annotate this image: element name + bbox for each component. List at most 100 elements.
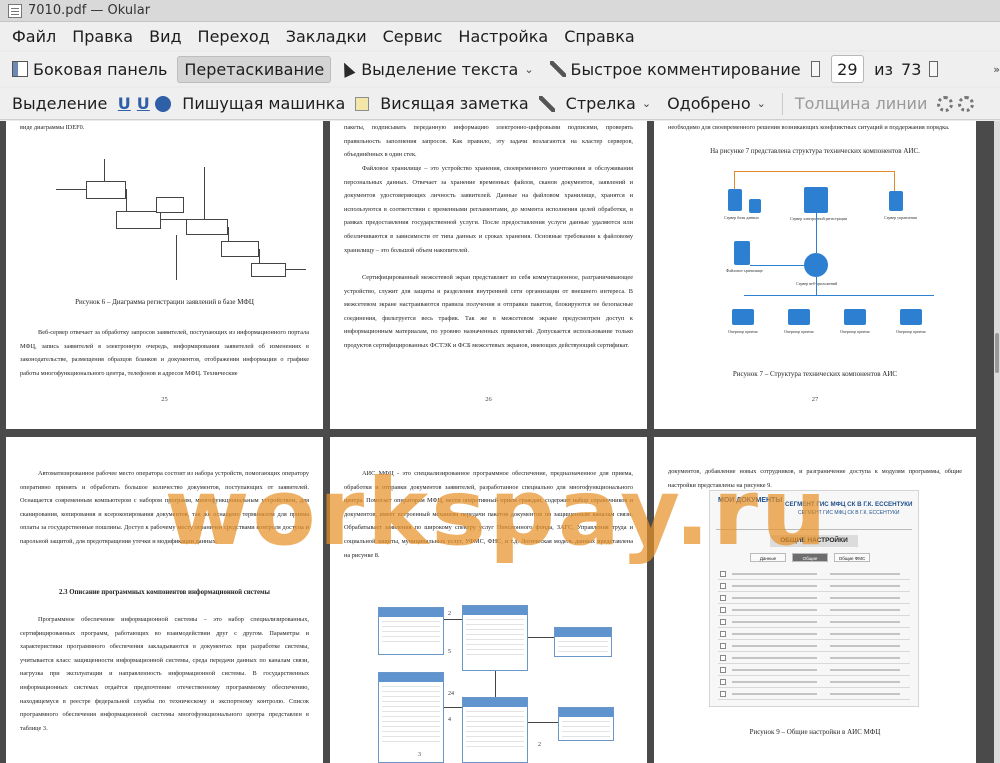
node-label: Оператор приема (896, 329, 926, 334)
entity-table (378, 607, 444, 655)
diagram-line (204, 167, 205, 219)
stamp-button[interactable]: Одобрено ⌄ (661, 91, 772, 116)
window-title: 7010.pdf — Okular (28, 3, 151, 18)
section-heading: 2.3 Описание программных компонентов инф… (59, 589, 270, 596)
file-storage-node (734, 241, 750, 265)
line-width-label: Толщина линии (794, 94, 928, 113)
menu-bookmarks[interactable]: Закладки (278, 27, 375, 46)
entity-table (554, 627, 612, 657)
cardinality-label: 24 (448, 691, 454, 697)
diagram-line (286, 269, 306, 270)
screenshot-row (718, 581, 910, 592)
cardinality-label: 5 (448, 649, 451, 655)
page-text: Программное обеспечение информационной с… (20, 616, 309, 732)
scrollbar-thumb[interactable] (995, 333, 999, 373)
operator-workstation (900, 309, 922, 325)
previous-page-icon[interactable] (810, 61, 820, 77)
sidebar-icon (12, 61, 28, 77)
menu-tools[interactable]: Сервис (375, 27, 451, 46)
server-node (749, 199, 761, 213)
menu-go[interactable]: Переход (190, 27, 278, 46)
inline-note-button[interactable]: Висящая заметка (374, 91, 534, 116)
strikeout-icon[interactable] (155, 95, 172, 112)
opacity-icon[interactable] (958, 95, 975, 112)
operator-workstation (732, 309, 754, 325)
inline-note-label: Висящая заметка (380, 94, 529, 113)
screenshot-logo: МОИ ДОКУМЕНТЫ (718, 497, 783, 504)
screenshot-row (718, 653, 910, 664)
typewriter-button[interactable]: Пишущая машинка (176, 91, 351, 116)
operator-workstation (844, 309, 866, 325)
screenshot-row (718, 593, 910, 604)
diagram-box (251, 263, 286, 277)
page-number: 25 (161, 396, 168, 403)
menu-bar: Файл Правка Вид Переход Закладки Сервис … (0, 22, 1000, 50)
cursor-icon (338, 60, 356, 78)
node-label: Оператор приема (784, 329, 814, 334)
figure-caption: Рисунок 7 – Структура технических компон… (732, 370, 898, 378)
toolbar-overflow-icon[interactable]: » (993, 63, 1000, 76)
page-text: пакеты, подписывать переданную информаци… (344, 124, 633, 159)
menu-help[interactable]: Справка (556, 27, 643, 46)
screenshot-row (718, 641, 910, 652)
screenshot-row (718, 605, 910, 616)
vertical-scrollbar[interactable] (994, 121, 1000, 763)
drag-mode-label: Перетаскивание (184, 59, 325, 79)
page-30: документов, добавление новых сотрудников… (654, 437, 976, 763)
menu-file[interactable]: Файл (4, 27, 64, 46)
quick-comment-label: Быстрое комментирование (570, 59, 801, 79)
quick-comment-button[interactable]: Быстрое комментирование (544, 57, 807, 82)
page-number: 27 (811, 396, 819, 403)
screenshot-tab: Общие ФМС (834, 553, 870, 562)
underline-icon[interactable]: U (117, 95, 131, 112)
diagram-line (176, 235, 177, 280)
text-selection-button[interactable]: Выделение текста ⌄ (335, 57, 539, 82)
chevron-down-icon[interactable]: ⌄ (757, 97, 766, 110)
page-text: Сертифицированный межсетевой экран предс… (344, 274, 633, 349)
diagram-line (56, 189, 86, 190)
drag-mode-button[interactable]: Перетаскивание (177, 55, 332, 83)
cardinality-label: 2 (538, 742, 541, 748)
highlight-label: Выделение (12, 94, 108, 113)
menu-view[interactable]: Вид (141, 27, 189, 46)
relationship-line (444, 707, 462, 708)
relationship-line (528, 637, 554, 638)
color-icon[interactable] (937, 95, 954, 112)
node-label: Оператор приема (728, 329, 758, 334)
screenshot-row (718, 677, 910, 688)
relationship-line (495, 671, 496, 697)
screenshot-row (718, 665, 910, 676)
page-text: Автоматизированное рабочее место операто… (20, 470, 309, 545)
sidebar-button[interactable]: Боковая панель (6, 57, 173, 82)
note-icon[interactable] (355, 96, 370, 111)
chevron-down-icon[interactable]: ⌄ (642, 97, 651, 110)
page-number-input[interactable]: 29 (830, 55, 865, 83)
highlight-button[interactable]: Выделение (6, 91, 113, 116)
page-text: Веб-сервер отвечает за обработку запросо… (20, 329, 309, 377)
squiggle-icon[interactable]: U (136, 95, 150, 112)
next-page-icon[interactable] (929, 61, 939, 77)
line-width-button[interactable]: Толщина линии (789, 91, 934, 116)
page-text: Файловое хранилище – это устройство хран… (344, 165, 633, 254)
arrow-tool-icon[interactable] (538, 95, 555, 112)
chevron-down-icon[interactable]: ⌄ (524, 63, 533, 76)
menu-edit[interactable]: Правка (64, 27, 141, 46)
menu-settings[interactable]: Настройка (450, 27, 556, 46)
node-label: Сервер базы данных (724, 215, 759, 220)
diagram-box (156, 197, 184, 213)
cardinality-label: 3 (418, 752, 421, 758)
page-28: Автоматизированное рабочее место операто… (6, 437, 323, 763)
entity-table (558, 707, 614, 741)
typewriter-label: Пишущая машинка (182, 94, 346, 113)
diagram-line (228, 227, 229, 241)
stamp-label: Одобрено (667, 94, 751, 113)
arrow-button[interactable]: Стрелка ⌄ (560, 91, 657, 116)
document-viewport[interactable]: виде диаграммы IDEF0. Рисунок 6 – Диагра… (0, 121, 994, 763)
node-label: Файловое хранилище (726, 268, 763, 273)
network-link (816, 277, 817, 295)
diagram-box (116, 211, 161, 229)
web-server-node (804, 253, 828, 277)
screenshot-title: СЕГМЕНТ ГИС МФЦ СК В Г.К. ЕССЕНТУКИ (785, 501, 913, 508)
screenshot-row (718, 629, 910, 640)
page-text: необходимо для своевременного решения во… (668, 124, 950, 131)
